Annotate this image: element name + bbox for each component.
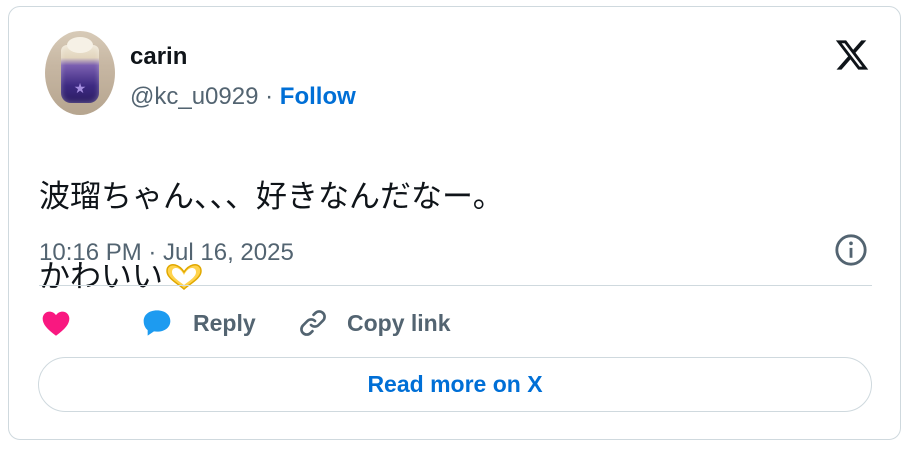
x-logo-icon[interactable] — [834, 37, 870, 73]
handle-row: @kc_u0929 · Follow — [130, 83, 356, 111]
tweet-line-1: 波瑠ちゃん、、、好きなんだなー。 — [39, 179, 504, 214]
follow-link[interactable]: Follow — [280, 83, 356, 110]
display-name[interactable]: carin — [130, 43, 187, 71]
link-icon — [300, 310, 326, 336]
reply-label: Reply — [193, 309, 256, 336]
reply-button[interactable]: Reply — [139, 303, 256, 343]
avatar[interactable]: ★ — [45, 31, 115, 115]
copy-link-button[interactable]: Copy link — [297, 303, 451, 343]
read-more-label: Read more on X — [367, 371, 543, 397]
copy-link-label: Copy link — [347, 309, 451, 336]
avatar-drink-foam — [67, 37, 93, 53]
heart-icon — [42, 311, 70, 336]
tweet-actions: Reply Copy link — [39, 303, 639, 343]
info-icon[interactable] — [834, 233, 868, 267]
tweet-timestamp[interactable]: 10:16 PM · Jul 16, 2025 — [39, 239, 294, 267]
tweet-card: ★ carin @kc_u0929 · Follow 波瑠ちゃん、、、好きなんだ… — [8, 6, 901, 440]
like-button[interactable] — [39, 303, 73, 343]
avatar-star-icon: ★ — [73, 80, 87, 96]
reply-bubble-icon — [143, 310, 171, 336]
read-more-button[interactable]: Read more on X — [38, 357, 872, 412]
divider — [39, 285, 872, 286]
user-handle[interactable]: @kc_u0929 — [130, 83, 258, 110]
handle-separator: · — [258, 83, 280, 110]
heart-hands-icon — [166, 264, 202, 290]
